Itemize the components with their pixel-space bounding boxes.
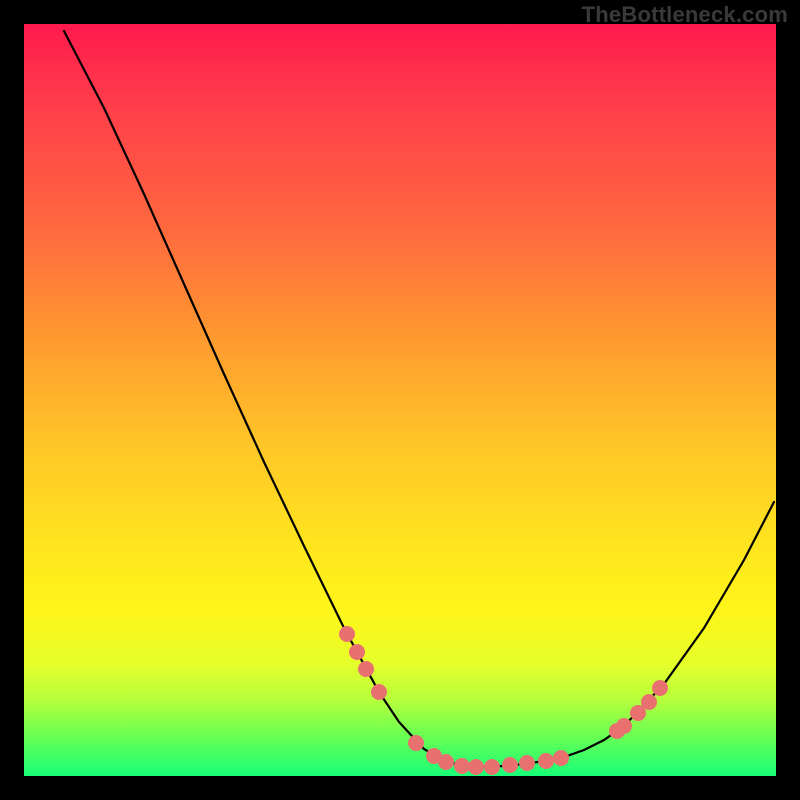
curve-marker (553, 750, 569, 766)
curve-marker (339, 626, 355, 642)
chart-svg (24, 24, 776, 776)
curve-marker (371, 684, 387, 700)
curve-marker (349, 644, 365, 660)
curve-marker (652, 680, 668, 696)
curve-marker (484, 759, 500, 775)
curve-marker (538, 753, 554, 769)
bottleneck-curve (64, 31, 774, 767)
curve-marker (641, 694, 657, 710)
curve-marker (408, 735, 424, 751)
curve-marker (468, 759, 484, 775)
plot-area (24, 24, 776, 776)
curve-marker (502, 757, 518, 773)
curve-markers (339, 626, 668, 775)
curve-marker (616, 718, 632, 734)
curve-marker (358, 661, 374, 677)
chart-frame: TheBottleneck.com (0, 0, 800, 800)
curve-marker (438, 754, 454, 770)
curve-marker (519, 755, 535, 771)
curve-marker (454, 758, 470, 774)
